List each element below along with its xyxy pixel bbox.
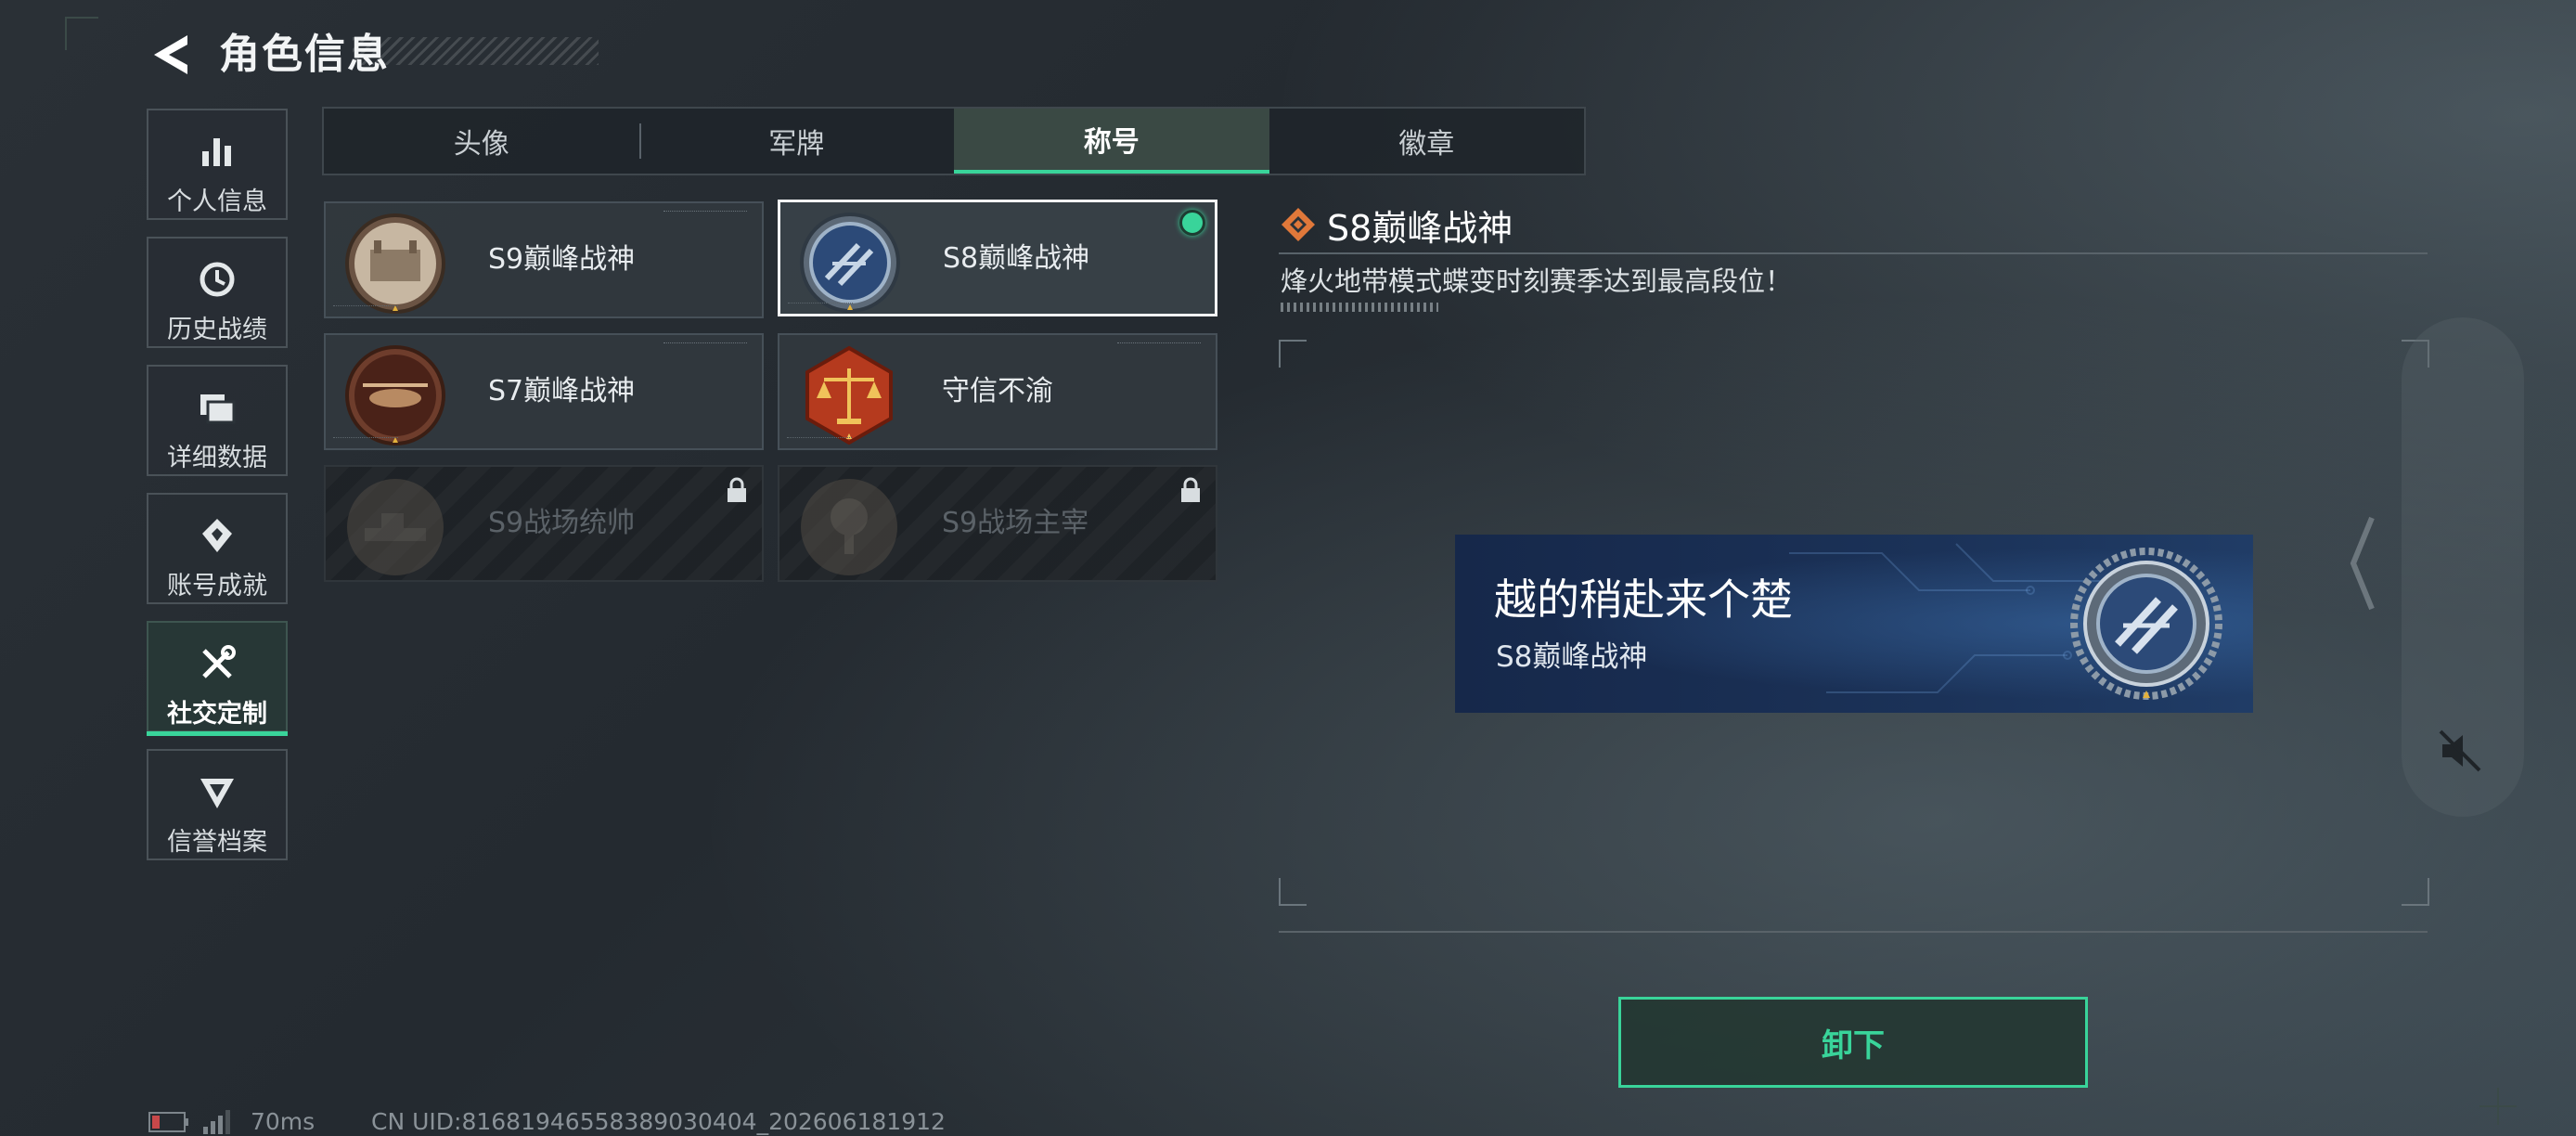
preview-frame-corner bbox=[2402, 878, 2429, 906]
achievement-icon bbox=[202, 519, 232, 552]
title-card-s8-peak[interactable]: S8巅峰战神 bbox=[778, 200, 1217, 316]
card-decoration bbox=[333, 437, 398, 441]
card-decoration bbox=[788, 303, 853, 306]
title-card-s9-peak[interactable]: S9巅峰战神 bbox=[324, 201, 764, 318]
explosion-emblem-icon bbox=[801, 479, 897, 575]
banner-player-name: 越的稍赴来个楚 bbox=[1494, 574, 1793, 625]
lock-icon bbox=[1181, 477, 1200, 502]
title-banner-preview: 越的稍赴来个楚 S8巅峰战神 bbox=[1455, 535, 2253, 713]
mute-icon[interactable] bbox=[2437, 728, 2483, 774]
sidebar-item-personal-info[interactable]: 个人信息 bbox=[147, 109, 288, 220]
chevron-left-icon[interactable] bbox=[2348, 512, 2376, 614]
ping-text: 70ms bbox=[251, 1108, 316, 1135]
sidebar-item-label: 详细数据 bbox=[167, 444, 267, 472]
tools-icon bbox=[202, 645, 236, 678]
title-decoration bbox=[353, 37, 599, 65]
title-name: 守信不渝 bbox=[942, 375, 1053, 407]
title-name: S9巅峰战神 bbox=[488, 243, 636, 276]
divider bbox=[1279, 931, 2428, 933]
battleship-emblem-icon bbox=[347, 479, 444, 575]
preview-frame-corner bbox=[1279, 878, 1307, 906]
card-decoration bbox=[1117, 342, 1201, 347]
corner-bracket bbox=[65, 17, 98, 50]
card-decoration bbox=[663, 211, 747, 215]
helicopter-emblem-icon bbox=[345, 345, 445, 445]
battery-icon bbox=[148, 1112, 188, 1132]
sidebar-item-detailed-data[interactable]: 详细数据 bbox=[147, 365, 288, 476]
sidebar-item-label: 个人信息 bbox=[167, 187, 267, 216]
reputation-icon bbox=[200, 779, 234, 808]
detail-title: S8巅峰战神 bbox=[1327, 208, 1513, 249]
sidebar-item-social-custom[interactable]: 社交定制 bbox=[147, 621, 288, 736]
preview-frame-corner bbox=[1279, 340, 1307, 368]
uid-text: CN UID:81681946558389030404_202606181912 bbox=[371, 1108, 946, 1135]
tab-badge[interactable]: 徽章 bbox=[1269, 109, 1585, 174]
banner-title: S8巅峰战神 bbox=[1496, 640, 1648, 674]
diamond-title-icon bbox=[1282, 208, 1315, 241]
title-name: S9战场主宰 bbox=[942, 507, 1089, 539]
fortress-emblem-icon bbox=[345, 213, 445, 314]
sidebar-item-label: 社交定制 bbox=[167, 700, 267, 729]
blue-slash-emblem-icon bbox=[800, 213, 900, 313]
sidebar-item-history[interactable]: 历史战绩 bbox=[147, 237, 288, 348]
title-name: S9战场统帅 bbox=[488, 507, 636, 539]
lock-icon bbox=[728, 477, 746, 502]
title-card-s9-dominator[interactable]: S9战场主宰 bbox=[778, 465, 1217, 582]
sidebar-item-label: 信誉档案 bbox=[167, 828, 267, 857]
tab-dog-tag[interactable]: 军牌 bbox=[638, 109, 955, 174]
tab-title[interactable]: 称号 bbox=[954, 109, 1269, 174]
title-card-keep-faith[interactable]: 守信不渝 bbox=[778, 333, 1217, 450]
card-decoration bbox=[333, 305, 398, 309]
sidebar-item-reputation[interactable]: 信誉档案 bbox=[147, 749, 288, 860]
unload-button[interactable]: 卸下 bbox=[1618, 997, 2088, 1088]
title-card-s9-commander[interactable]: S9战场统帅 bbox=[324, 465, 764, 582]
blue-slash-emblem-icon bbox=[2070, 548, 2222, 700]
signal-icon bbox=[203, 1110, 230, 1134]
tab-bar: 头像 军牌 称号 徽章 bbox=[322, 107, 1586, 175]
tab-avatar[interactable]: 头像 bbox=[324, 109, 639, 174]
title-name: S7巅峰战神 bbox=[488, 375, 636, 407]
scales-emblem-icon bbox=[805, 345, 893, 445]
history-clock-icon bbox=[200, 262, 235, 297]
equipped-indicator bbox=[1179, 210, 1205, 236]
detail-sub-decoration bbox=[1281, 303, 1438, 312]
bar-chart-icon bbox=[202, 138, 231, 166]
divider bbox=[1279, 252, 2428, 254]
card-decoration bbox=[663, 342, 747, 347]
folder-icon bbox=[200, 394, 236, 424]
sidebar-item-achievements[interactable]: 账号成就 bbox=[147, 493, 288, 604]
sidebar-item-label: 历史战绩 bbox=[167, 316, 267, 344]
plus-icon bbox=[2479, 1088, 2517, 1125]
title-name: S8巅峰战神 bbox=[943, 242, 1090, 275]
title-card-s7-peak[interactable]: S7巅峰战神 bbox=[324, 333, 764, 450]
card-decoration bbox=[787, 437, 852, 441]
detail-description: 烽火地带模式蝶变时刻赛季达到最高段位！ bbox=[1281, 265, 1793, 297]
sidebar-item-label: 账号成就 bbox=[167, 572, 267, 600]
back-arrow-icon[interactable] bbox=[148, 32, 195, 78]
